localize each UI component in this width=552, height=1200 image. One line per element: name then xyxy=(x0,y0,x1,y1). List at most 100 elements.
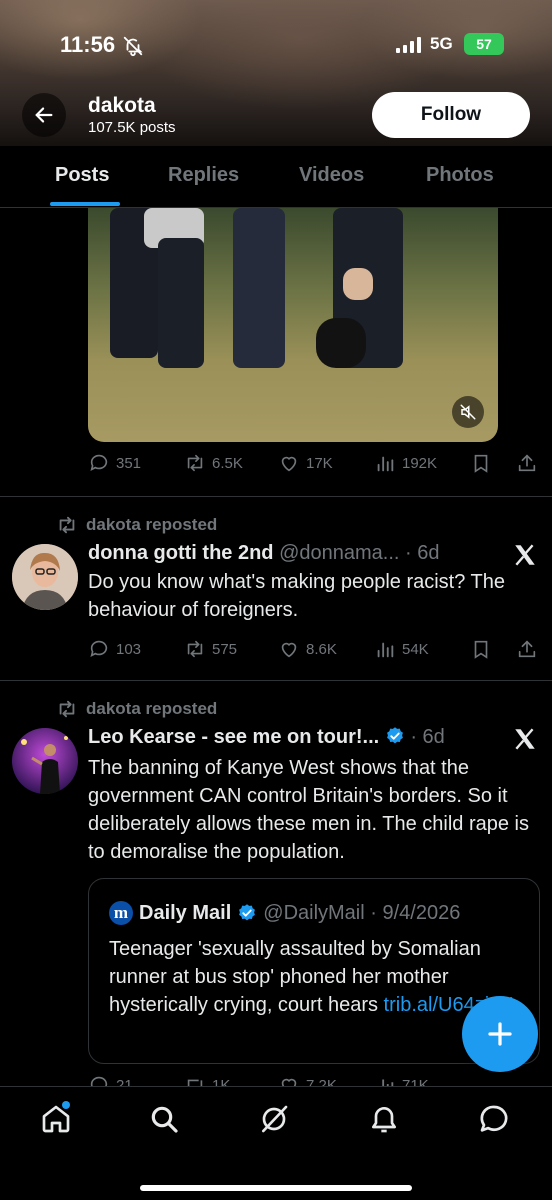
search-icon[interactable] xyxy=(148,1103,180,1135)
repost-count: 1K xyxy=(212,1076,231,1087)
verified-icon xyxy=(239,904,256,921)
bottom-navigation xyxy=(0,1086,552,1200)
views-count: 54K xyxy=(402,640,429,658)
battery-level: 57 xyxy=(476,36,492,52)
verified-icon xyxy=(386,727,403,744)
bell-off-icon xyxy=(123,36,143,57)
post-count: 107.5K posts xyxy=(88,119,176,136)
network-type: 5G xyxy=(430,34,453,53)
views-icon xyxy=(377,456,394,472)
like-count: 17K xyxy=(306,454,333,472)
back-arrow-icon xyxy=(35,107,53,123)
video-figure xyxy=(158,238,204,368)
profile-header: 11:56 5G 57 dakota 107.5K posts Follow xyxy=(0,0,552,146)
views-icon xyxy=(382,1079,394,1086)
like-count: 7.2K xyxy=(306,1076,337,1087)
post-video[interactable] xyxy=(88,208,498,442)
reply-button[interactable]: 103 xyxy=(88,638,141,660)
compose-plus-icon xyxy=(488,1022,512,1046)
signal-icon xyxy=(396,37,421,53)
repost-button[interactable]: 6.5K xyxy=(184,452,243,474)
post-time[interactable]: · 6d xyxy=(410,726,444,748)
tweet-text: The banning of Kanye West shows that the… xyxy=(88,757,529,863)
repost-indicator: dakota reposted xyxy=(56,698,217,720)
back-button[interactable] xyxy=(22,93,66,137)
x-logo-icon xyxy=(515,728,535,750)
repost-count: 6.5K xyxy=(212,454,243,472)
bookmark-button[interactable] xyxy=(470,638,492,660)
repost-icon xyxy=(59,516,75,534)
status-bar: 11:56 5G 57 xyxy=(0,28,552,64)
mute-icon xyxy=(460,404,476,420)
tweet-text: Do you know what's making people racist?… xyxy=(88,571,506,621)
home-indicator xyxy=(140,1185,412,1191)
repost-count: 575 xyxy=(212,640,238,658)
post-actions: 103 575 8.6K 54K xyxy=(88,638,540,668)
tab-replies[interactable]: Replies xyxy=(168,164,239,187)
mute-button[interactable] xyxy=(452,396,484,428)
share-icon xyxy=(518,640,536,658)
share-button[interactable] xyxy=(516,638,538,660)
author-handle[interactable]: @donnama... · 6d xyxy=(279,542,439,564)
avatar-image xyxy=(12,544,78,610)
post-divider xyxy=(0,496,552,497)
profile-tabs: Posts Replies Videos Photos xyxy=(0,146,552,208)
tab-posts[interactable]: Posts xyxy=(55,164,109,187)
repost-icon xyxy=(187,1079,203,1086)
video-figure xyxy=(316,318,366,368)
repost-button[interactable]: 575 xyxy=(184,638,237,660)
bookmark-button[interactable] xyxy=(470,452,492,474)
avatar[interactable] xyxy=(12,544,78,610)
notifications-icon[interactable] xyxy=(368,1103,400,1135)
reply-button[interactable]: 351 xyxy=(88,452,141,474)
reply-count: 351 xyxy=(116,454,142,472)
grok-icon[interactable] xyxy=(258,1103,290,1135)
battery-indicator: 57 xyxy=(464,33,504,55)
like-icon xyxy=(281,642,297,658)
video-figure xyxy=(343,268,373,300)
daily-mail-logo-icon: m xyxy=(109,901,133,925)
avatar[interactable] xyxy=(12,728,78,794)
tab-videos[interactable]: Videos xyxy=(299,164,364,187)
like-button[interactable]: 7.2K xyxy=(278,1074,337,1086)
author-name[interactable]: donna gotti the 2nd xyxy=(88,542,274,564)
video-figure xyxy=(233,208,285,368)
bookmark-icon xyxy=(474,454,488,473)
post-actions: 21 1K 7.2K 71K xyxy=(88,1074,540,1086)
repost-indicator: dakota reposted xyxy=(56,514,217,536)
bookmark-icon xyxy=(474,640,488,659)
like-button[interactable]: 8.6K xyxy=(278,638,337,660)
compose-button[interactable] xyxy=(462,996,538,1072)
reply-button[interactable]: 21 xyxy=(88,1074,133,1086)
reply-icon xyxy=(90,454,108,471)
quote-header: m Daily Mail @DailyMail · 9/4/2026 xyxy=(109,901,460,925)
share-icon xyxy=(518,454,536,472)
views-button[interactable]: 54K xyxy=(374,638,429,660)
repost-label: dakota reposted xyxy=(86,515,218,534)
author-name[interactable]: Leo Kearse - see me on tour!... xyxy=(88,726,379,748)
views-button[interactable]: 192K xyxy=(374,452,437,474)
tweet-header: Leo Kearse - see me on tour!... · 6d xyxy=(88,726,445,749)
like-count: 8.6K xyxy=(306,640,337,658)
views-button[interactable]: 71K xyxy=(374,1074,429,1086)
share-button[interactable] xyxy=(516,452,538,474)
quote-author: Daily Mail xyxy=(139,901,232,924)
repost-icon xyxy=(187,640,203,658)
repost-icon xyxy=(187,454,203,472)
post-actions: 351 6.5K 17K 192K xyxy=(88,452,540,482)
tweet-header: donna gotti the 2nd @donnama... · 6d xyxy=(88,542,439,565)
repost-button[interactable]: 1K xyxy=(184,1074,230,1086)
messages-icon[interactable] xyxy=(478,1103,510,1135)
home-notification-dot xyxy=(62,1101,70,1109)
repost-label: dakota reposted xyxy=(86,699,218,718)
like-icon xyxy=(281,1078,297,1086)
follow-button[interactable]: Follow xyxy=(372,92,530,138)
views-icon xyxy=(377,642,394,658)
reply-icon xyxy=(90,1076,108,1086)
tab-photos[interactable]: Photos xyxy=(426,164,494,187)
reply-icon xyxy=(90,640,108,657)
reply-count: 103 xyxy=(116,640,142,658)
like-button[interactable]: 17K xyxy=(278,452,333,474)
active-tab-indicator xyxy=(50,202,120,206)
x-logo-icon xyxy=(515,544,535,566)
